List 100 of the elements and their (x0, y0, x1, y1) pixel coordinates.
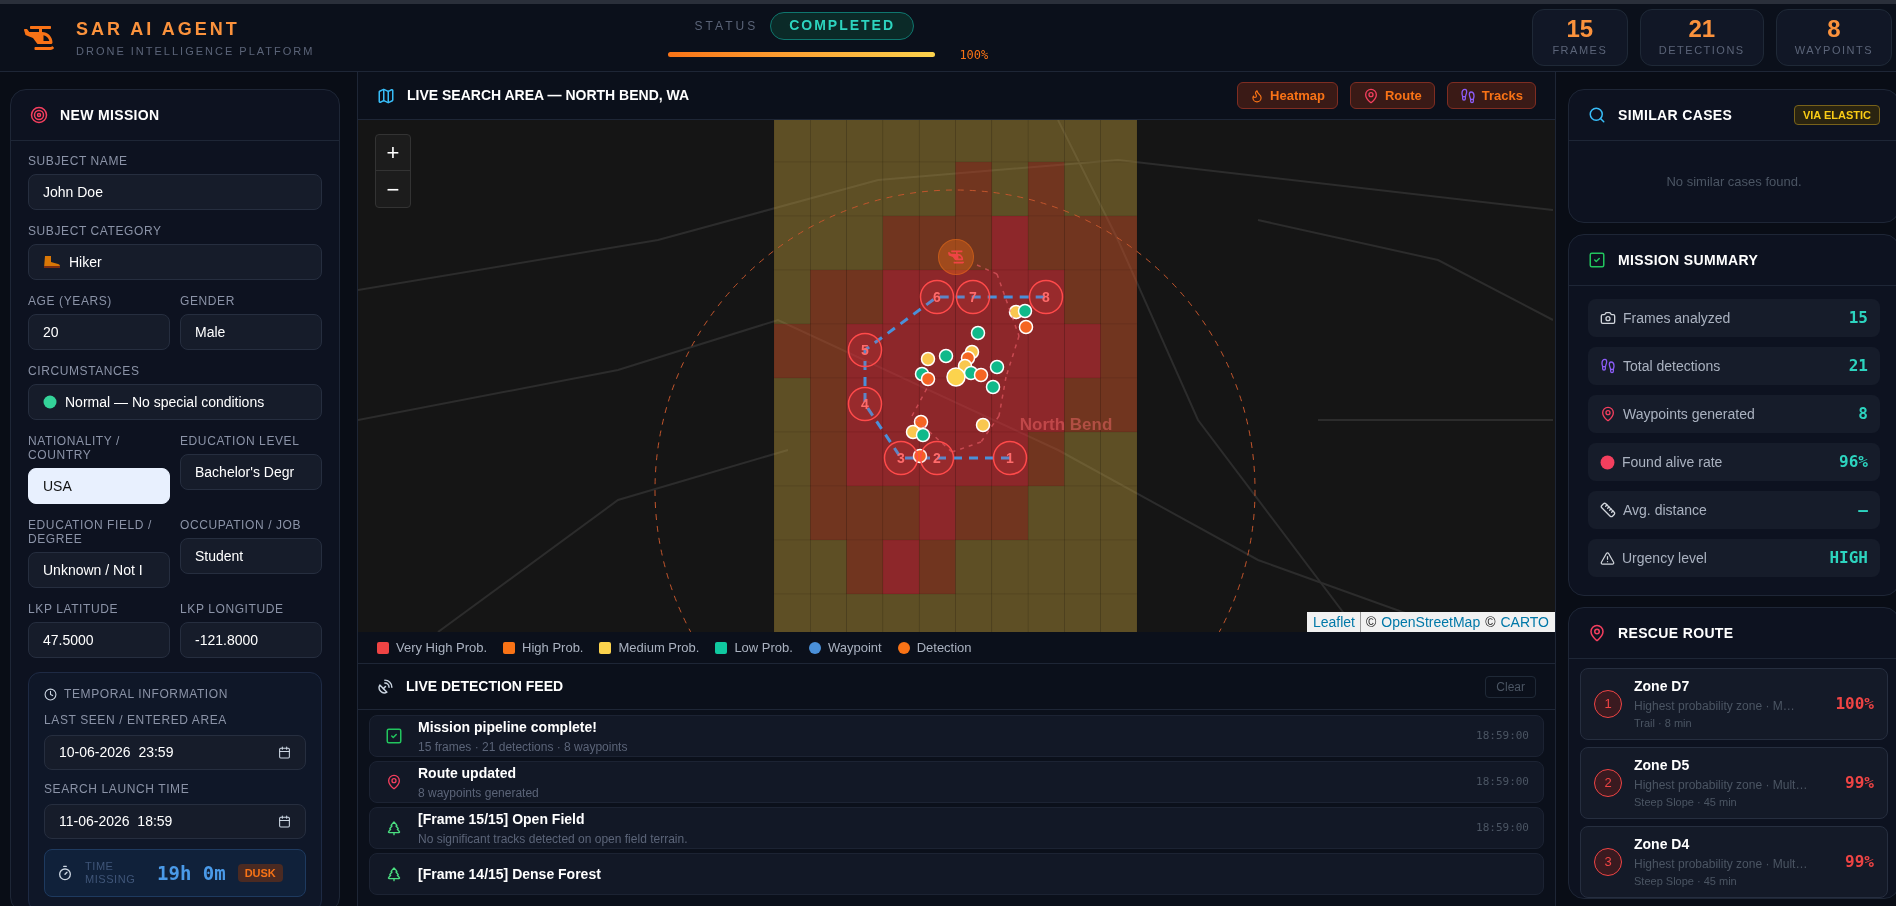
heatmap-cell (918, 539, 956, 595)
input-field[interactable]: Hiker (28, 244, 322, 280)
heatmap-cell (1027, 485, 1065, 541)
heatmap-cell (846, 485, 884, 541)
heatmap-cell (991, 431, 1029, 487)
date-input[interactable]: 10-06-2026 23:59 (44, 735, 306, 770)
detection-marker[interactable] (973, 367, 989, 383)
feed-time: 18:59:00 (1476, 773, 1529, 790)
heatmap-cell (1027, 431, 1065, 487)
input-field[interactable]: Normal — No special conditions (28, 384, 322, 420)
input-field[interactable]: Unknown / Not I (28, 552, 170, 588)
heatmap-cell (955, 269, 993, 325)
pin-icon (1600, 406, 1616, 422)
detection-marker[interactable] (1018, 319, 1034, 335)
heatmap-cell (955, 485, 993, 541)
detection-marker[interactable] (920, 351, 936, 367)
input-field[interactable]: Male (180, 314, 322, 350)
copyright-text: © (1485, 612, 1496, 632)
input-field[interactable]: USA (28, 468, 170, 504)
heatmap-cell (918, 269, 956, 325)
heatmap-cell (773, 161, 811, 217)
attribution-link[interactable]: CARTO (1500, 611, 1549, 632)
heatmap-cell (1100, 539, 1138, 595)
layer-toggle[interactable]: Tracks (1446, 82, 1536, 109)
footprints-icon (1600, 358, 1616, 374)
feed-item[interactable]: Route updated 8 waypoints generated 18:59:00 (369, 761, 1544, 803)
status-label: STATUS (694, 17, 759, 35)
feed-detail: No significant tracks detected on open field terrain. (418, 830, 689, 848)
place-label: North Bend (1019, 415, 1113, 434)
route-number: 1 (1594, 690, 1622, 718)
route-number: 2 (1594, 769, 1622, 797)
zoom-in-button[interactable]: + (376, 135, 410, 171)
search-icon (1588, 106, 1606, 124)
heatmap-cell (773, 593, 811, 632)
heatmap-cell (1064, 269, 1101, 325)
heatmap-cell (1027, 539, 1065, 595)
heatmap-cell (1100, 269, 1138, 325)
route-item[interactable]: 1 Zone D7 Highest probability zone · M… Trail · 8 min 100% (1580, 668, 1888, 740)
heatmap-cell (810, 539, 847, 595)
attribution-link[interactable]: Leaflet (1312, 611, 1361, 632)
layer-toggle[interactable]: Route (1349, 82, 1435, 109)
drone-marker[interactable] (938, 239, 974, 275)
date-input[interactable]: 11-06-2026 18:59 (44, 804, 306, 839)
zone-name: Zone D7 (1634, 677, 1691, 697)
stat-label: DETECTIONS (1658, 43, 1745, 59)
detection-marker[interactable] (912, 448, 928, 464)
field-label: EDUCATION FIELD / DEGREE (28, 518, 153, 546)
input-field[interactable]: 20 (28, 314, 170, 350)
stat-value: 21 (1688, 16, 1716, 43)
calendar-icon (278, 815, 291, 828)
zone-meta: Steep Slope · 45 min (1634, 874, 1738, 890)
input-field[interactable]: John Doe (28, 174, 322, 210)
pin-icon (1588, 624, 1606, 642)
input-field[interactable]: Bachelor's Degr (180, 454, 322, 490)
feed-item[interactable]: [Frame 14/15] Dense Forest (369, 853, 1544, 895)
summary-value: 96% (1839, 451, 1868, 473)
detection-marker[interactable] (970, 325, 986, 341)
heatmap-cell (955, 120, 993, 163)
heatmap-cell (882, 120, 920, 163)
source-badge: VIA ELASTIC (1793, 105, 1880, 125)
input-field[interactable]: 47.5000 (28, 622, 170, 658)
zone-probability: 99% (1845, 851, 1874, 873)
summary-value: — (1858, 499, 1868, 521)
detection-marker[interactable] (946, 367, 966, 387)
input-field[interactable]: -121.8000 (180, 622, 322, 658)
tree-icon (386, 866, 402, 882)
detection-marker[interactable] (1017, 303, 1033, 319)
feed-detail: 15 frames · 21 detections · 8 waypoints (418, 738, 629, 756)
detection-marker[interactable] (920, 371, 936, 387)
detection-marker[interactable] (985, 379, 1001, 395)
zoom-out-button[interactable]: − (376, 171, 410, 207)
heatmap-cell (810, 269, 847, 325)
attribution-link[interactable]: OpenStreetMap (1381, 611, 1481, 632)
heatmap-cell (1027, 593, 1065, 632)
section-title: TEMPORAL INFORMATION (64, 686, 228, 703)
heatmap-cell (918, 120, 956, 163)
detection-marker[interactable] (989, 359, 1005, 375)
detection-marker[interactable] (913, 414, 929, 430)
zone-name: Zone D4 (1634, 835, 1691, 855)
field-label: AGE (YEARS) (28, 294, 113, 308)
feed-item[interactable]: Mission pipeline complete! 15 frames · 21 detections · 8 waypoints 18:59:00 (369, 715, 1544, 757)
stat-value: 15 (1566, 16, 1594, 43)
route-item[interactable]: 3 Zone D4 Highest probability zone · Mult… Steep Slope · 45 min 99% (1580, 826, 1888, 898)
layer-toggle[interactable]: Heatmap (1237, 82, 1338, 109)
heatmap-cell (1064, 323, 1101, 379)
heatmap-cell (846, 323, 884, 379)
heatmap-cell (1100, 120, 1138, 163)
detection-marker[interactable] (938, 348, 954, 364)
route-item[interactable]: 2 Zone D5 Highest probability zone · Mult… Steep Slope · 45 min 99% (1580, 747, 1888, 819)
heatmap-cell (955, 215, 993, 271)
heatmap-cell (1027, 120, 1065, 163)
zone-name: Zone D5 (1634, 756, 1691, 776)
detection-marker[interactable] (915, 427, 931, 443)
heatmap-cell (1064, 215, 1101, 271)
zone-probability: 100% (1835, 693, 1874, 715)
feed-item[interactable]: [Frame 15/15] Open Field No significant tracks detected on open field terrain. 18:59:00 (369, 807, 1544, 849)
legend-label: Waypoint (827, 638, 882, 657)
field-label: LAST SEEN / ENTERED AREA (44, 712, 228, 729)
input-field[interactable]: Student (180, 538, 322, 574)
detection-marker[interactable] (975, 417, 991, 433)
